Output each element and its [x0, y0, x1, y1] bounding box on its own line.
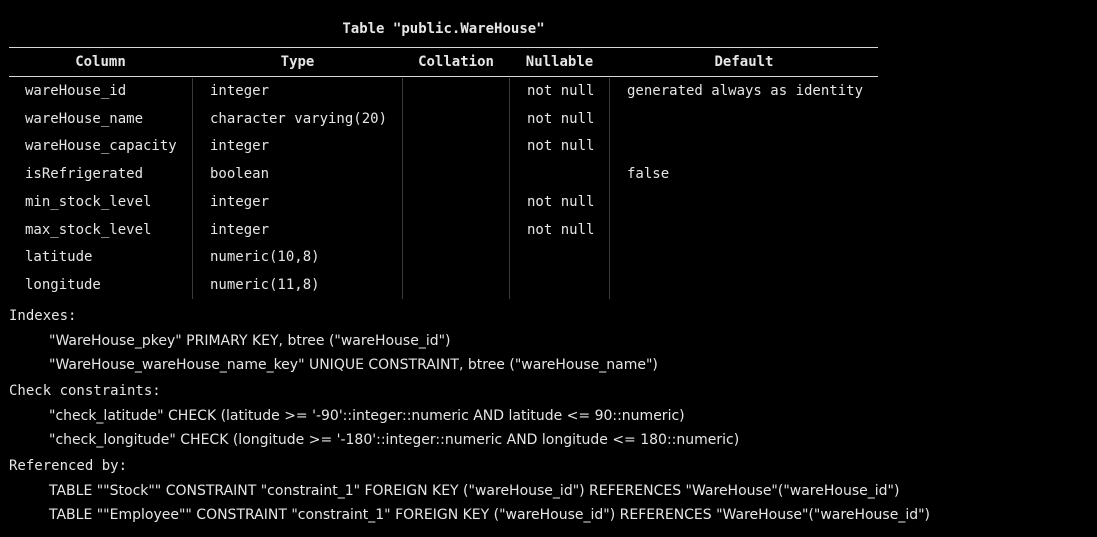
cell-type: character varying(20): [210, 110, 388, 127]
column-header-column: Column: [75, 54, 126, 70]
referenced-by-entry: TABLE ""Employee"" CONSTRAINT "constrain…: [49, 507, 931, 523]
cell-default: false: [627, 166, 670, 183]
cell-column: wareHouse_id: [25, 83, 127, 99]
column-separator: [192, 78, 193, 299]
check-constraints-label: Check constraints:: [9, 383, 161, 399]
cell-type: integer: [210, 83, 270, 99]
cell-column: wareHouse_name: [25, 110, 144, 127]
index-entry: "WareHouse_wareHouse_name_key" UNIQUE CO…: [49, 357, 658, 373]
index-entry: "WareHouse_pkey" PRIMARY KEY, btree ("wa…: [49, 333, 451, 349]
cell-column: max_stock_level: [25, 221, 152, 238]
column-separator: [509, 78, 510, 299]
column-header-collation: Collation: [418, 54, 494, 70]
cell-column: min_stock_level: [25, 193, 152, 210]
indexes-label: Indexes:: [9, 308, 77, 324]
header-bottom-rule: [9, 76, 878, 77]
cell-default: generated always as identity: [627, 83, 864, 99]
header-top-rule: [9, 47, 878, 48]
cell-type: integer: [210, 138, 270, 155]
column-header-default: Default: [714, 54, 774, 70]
cell-nullable: not null: [527, 193, 595, 210]
column-separator: [402, 78, 403, 299]
cell-type: integer: [210, 193, 270, 210]
column-header-nullable: Nullable: [525, 54, 594, 70]
referenced-by-label: Referenced by:: [9, 458, 128, 474]
cell-nullable: not null: [527, 83, 595, 99]
cell-type: boolean: [210, 166, 270, 183]
check-constraint-entry: "check_longitude" CHECK (longitude >= '-…: [49, 432, 740, 448]
cell-nullable: not null: [527, 110, 595, 127]
cell-type: numeric(10,8): [210, 249, 320, 266]
cell-column: longitude: [25, 276, 101, 293]
cell-type: integer: [210, 221, 270, 238]
cell-nullable: not null: [527, 221, 595, 238]
column-header-type: Type: [280, 54, 315, 70]
check-constraint-entry: "check_latitude" CHECK (latitude >= '-90…: [49, 408, 685, 424]
referenced-by-entry: TABLE ""Stock"" CONSTRAINT "constraint_1…: [49, 483, 900, 499]
cell-type: numeric(11,8): [210, 276, 320, 293]
cell-nullable: not null: [527, 138, 595, 155]
column-separator: [609, 78, 610, 299]
cell-column: latitude: [25, 249, 93, 266]
terminal-output: Table "public.WareHouse" Column Type Col…: [0, 0, 1097, 537]
cell-column: isRefrigerated: [25, 166, 144, 183]
cell-column: wareHouse_capacity: [25, 138, 177, 155]
table-title: Table "public.WareHouse": [342, 21, 545, 37]
